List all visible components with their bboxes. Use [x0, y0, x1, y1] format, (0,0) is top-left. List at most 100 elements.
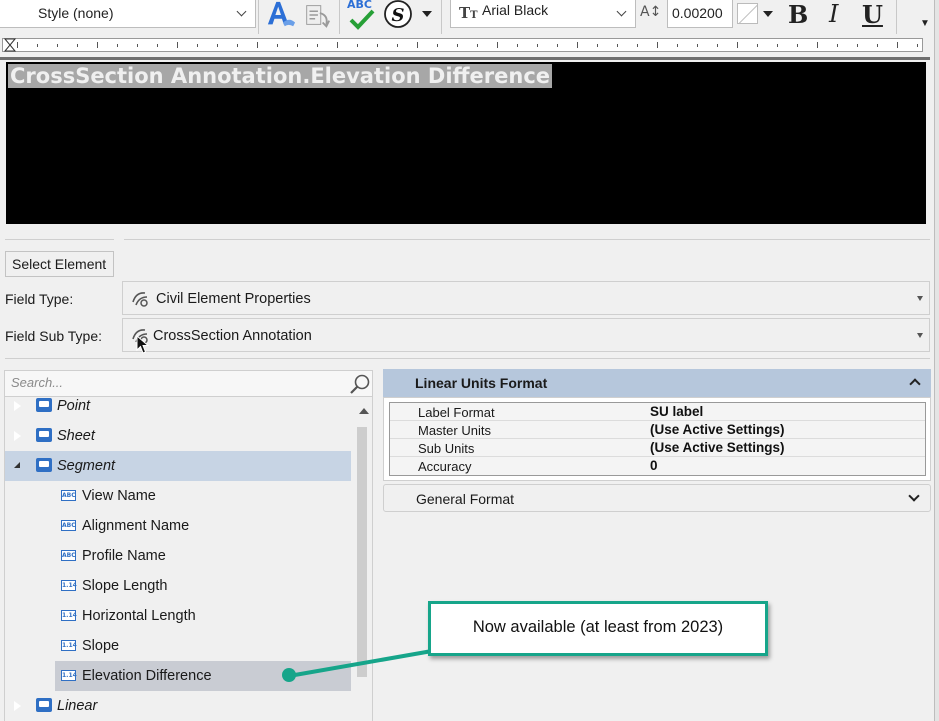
property-value[interactable]: SU label [650, 404, 703, 419]
civil-properties-icon [132, 292, 148, 307]
symbol-dropdown-arrow-icon[interactable] [422, 11, 432, 17]
tree-leaf-alignment-name[interactable]: ABC Alignment Name [5, 511, 351, 541]
collapse-arrow-icon[interactable] [14, 462, 20, 468]
property-value[interactable]: (Use Active Settings) [650, 422, 785, 437]
ruler-tick [477, 44, 478, 47]
numeric-field-icon: 1.14 [61, 640, 77, 651]
symbol-icon[interactable]: S [382, 0, 414, 30]
text-editor-area[interactable]: CrossSection Annotation.Elevation Differ… [6, 62, 926, 224]
color-dropdown-arrow-icon[interactable] [763, 11, 773, 17]
tree-leaf-label: Horizontal Length [82, 608, 196, 624]
ruler-tick [557, 44, 558, 47]
tree-item-segment[interactable]: Segment [5, 451, 351, 481]
category-icon [36, 428, 52, 442]
ruler-tick [377, 44, 378, 47]
ruler-tick [897, 42, 898, 48]
ruler-tick [317, 44, 318, 47]
field-subtype-value: CrossSection Annotation [153, 328, 312, 344]
ruler-tick [77, 44, 78, 47]
underline-button[interactable]: U [862, 0, 883, 29]
scroll-up-arrow-icon[interactable] [359, 408, 369, 414]
tree-leaf-label: View Name [82, 488, 156, 504]
text-height-input[interactable]: 0.00200 [667, 0, 733, 28]
tree-item-point[interactable]: Point [5, 397, 351, 421]
field-subtype-label: Field Sub Type: [5, 328, 103, 344]
expand-arrow-icon[interactable] [13, 700, 21, 712]
tree-scrollbar[interactable] [355, 397, 372, 721]
italic-button[interactable]: I [829, 0, 838, 28]
tree-item-label: Linear [57, 698, 98, 714]
general-format-header[interactable]: General Format [383, 484, 931, 512]
tree-leaf-elevation-difference[interactable]: 1.14 Elevation Difference [55, 661, 351, 691]
tree-leaf-view-name[interactable]: ABC View Name [5, 481, 351, 511]
tree-item-linear[interactable]: Linear [5, 691, 351, 721]
text-height-icon: A↕ [640, 4, 662, 20]
field-type-label: Field Type: [5, 291, 74, 307]
property-row[interactable]: Sub Units (Use Active Settings) [390, 439, 925, 457]
search-input[interactable] [11, 375, 331, 390]
linear-units-format-header[interactable]: Linear Units Format [383, 369, 931, 397]
ruler-tick [417, 42, 418, 48]
ruler-tick [697, 44, 698, 47]
scrollbar-thumb[interactable] [357, 427, 367, 677]
truetype-font-icon: TT [459, 4, 478, 22]
select-element-button[interactable]: Select Element [5, 251, 114, 277]
ruler-tick [917, 44, 918, 47]
field-type-dropdown[interactable]: Civil Element Properties [122, 281, 930, 315]
expand-arrow-icon[interactable] [13, 400, 21, 412]
ruler-tick [457, 44, 458, 47]
property-row[interactable]: Label Format SU label [390, 403, 925, 421]
ruler-tick [397, 44, 398, 47]
ruler-tick [797, 44, 798, 47]
ruler-tick [437, 44, 438, 47]
dropdown-arrow-icon [917, 333, 923, 338]
property-row[interactable]: Master Units (Use Active Settings) [390, 421, 925, 439]
dropdown-arrow-icon [917, 296, 923, 301]
ruler-tick [577, 42, 578, 48]
property-key: Accuracy [418, 459, 472, 474]
search-box[interactable] [4, 370, 373, 397]
chevron-down-icon[interactable] [908, 490, 920, 502]
ruler-tick [97, 42, 98, 48]
expand-arrow-icon[interactable] [13, 430, 21, 442]
toolbar-separator [441, 0, 442, 34]
divider [5, 358, 930, 359]
tree-leaf-slope-length[interactable]: 1.14 Slope Length [5, 571, 351, 601]
ruler-tick [337, 42, 338, 48]
style-dropdown[interactable]: Style (none) [0, 0, 256, 28]
text-style-icon[interactable] [264, 0, 298, 30]
ruler-tick [497, 42, 498, 48]
section-title: Linear Units Format [415, 375, 548, 391]
tree-leaf-horizontal-length[interactable]: 1.14 Horizontal Length [5, 601, 351, 631]
toolbar-separator [339, 0, 340, 34]
paste-style-icon[interactable] [302, 0, 332, 30]
property-value[interactable]: 0 [650, 458, 658, 473]
annotation-callout: Now available (at least from 2023) [428, 601, 768, 656]
text-height-value: 0.00200 [672, 5, 723, 21]
tree-leaf-slope[interactable]: 1.14 Slope [5, 631, 351, 661]
field-subtype-dropdown[interactable]: CrossSection Annotation [122, 318, 930, 352]
numeric-field-icon: 1.14 [61, 610, 77, 621]
ruler-tick [197, 44, 198, 47]
toolbar-overflow-icon[interactable]: ▼ [920, 18, 930, 29]
editor-field-text[interactable]: CrossSection Annotation.Elevation Differ… [8, 64, 553, 88]
chevron-down-icon [616, 6, 627, 17]
bold-button[interactable]: B [788, 0, 808, 29]
tree-item-sheet[interactable]: Sheet [5, 421, 351, 451]
text-field-icon: ABC [61, 520, 76, 531]
tree-leaf-label: Slope [82, 638, 120, 654]
indent-marker-icon[interactable] [4, 38, 16, 52]
tree-leaf-profile-name[interactable]: ABC Profile Name [5, 541, 351, 571]
search-icon[interactable] [349, 373, 371, 395]
tree-leaf-label: Elevation Difference [82, 668, 212, 684]
ruler-tick [217, 44, 218, 47]
text-color-swatch[interactable] [737, 3, 758, 24]
ruler-tick [17, 42, 18, 48]
property-value[interactable]: (Use Active Settings) [650, 440, 785, 455]
chevron-up-icon[interactable] [909, 378, 921, 390]
field-tree: Point Sheet Segment ABC View Name ABC Al… [4, 397, 373, 721]
text-ruler[interactable] [2, 38, 923, 52]
spell-check-icon[interactable]: ABC [346, 0, 378, 30]
property-row[interactable]: Accuracy 0 [390, 457, 925, 475]
font-dropdown[interactable]: TT Arial Black [450, 0, 636, 28]
